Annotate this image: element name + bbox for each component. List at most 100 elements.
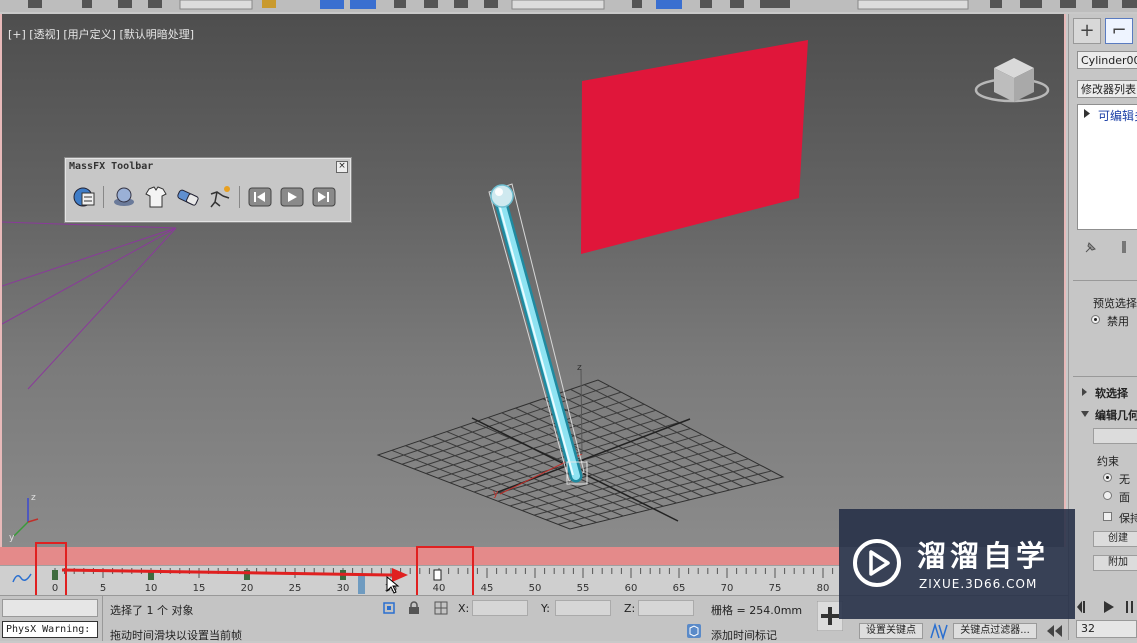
toolbar-view-dropdown (511, 0, 605, 10)
tick-label: 25 (289, 583, 302, 594)
keep-label: 保持 (1119, 512, 1137, 525)
z-label: Z: (624, 602, 636, 615)
step-simulation-icon[interactable] (311, 184, 337, 210)
toolbar-move-icon (394, 0, 406, 8)
tick-label: 30 (337, 583, 350, 594)
rollout-collapsed-icon[interactable] (1081, 388, 1089, 396)
perspective-viewport[interactable]: y z z y [+] [透视] [用户定义] [默认明暗处理] MassFX … (0, 14, 1066, 547)
preview-disabled-label: 禁用 (1107, 315, 1129, 328)
tick-label: 5 (100, 583, 106, 594)
toolbar-window-icon (350, 0, 376, 9)
curve-editor-icon[interactable] (12, 572, 32, 584)
rollout-expanded-icon[interactable] (1081, 410, 1089, 418)
svg-text:z: z (577, 363, 582, 373)
playback-controls[interactable] (1076, 598, 1137, 616)
toolbar-angle-snap-icon (700, 0, 712, 8)
massfx-close-button[interactable]: × (336, 161, 348, 173)
attach-button[interactable]: 附加 (1093, 555, 1137, 571)
constraint-face-label: 面 (1119, 491, 1130, 504)
tab-modify[interactable]: ⌐ (1105, 18, 1133, 44)
edit-geometry-rollout[interactable]: 编辑几何 (1095, 407, 1137, 423)
current-frame-field[interactable]: 32 (1076, 620, 1137, 638)
start-simulation-icon[interactable] (279, 184, 305, 210)
constraint-face-radio[interactable] (1103, 491, 1112, 500)
maxscript-listener[interactable] (2, 599, 98, 617)
tick-label: 80 (817, 583, 830, 594)
key-mode-icon[interactable] (929, 622, 949, 640)
modifier-stack[interactable]: 可编辑多 (1077, 104, 1137, 230)
trajectory-arrow (61, 568, 408, 582)
isolate-selection-icon[interactable] (383, 602, 395, 614)
constraint-label: 约束 (1097, 455, 1119, 468)
go-to-start-icon[interactable] (1044, 624, 1064, 638)
constraint-none-radio[interactable] (1103, 473, 1112, 482)
set-key-button[interactable]: 设置关键点 (859, 623, 923, 639)
viewport-scene: y z z y (2, 40, 1050, 543)
flag-plane (581, 40, 808, 254)
toolbar-filter-dropdown (179, 0, 253, 10)
svg-text:z: z (31, 493, 36, 503)
toolbar-layer-icon (1060, 0, 1076, 8)
preview-selection-label: 预览选择 (1093, 297, 1137, 310)
x-coordinate-field[interactable] (472, 600, 528, 616)
modifier-list-dropdown[interactable]: 修改器列表 (1077, 80, 1137, 98)
next-frame-icon (1126, 601, 1128, 613)
time-slider-handle (358, 574, 365, 594)
y-label: Y: (541, 602, 550, 615)
divider (1073, 376, 1137, 377)
watermark: 溜溜自学 ZIXUE.3D66.COM (839, 509, 1075, 619)
tick-label: 55 (577, 583, 590, 594)
constraint-icon[interactable] (175, 184, 201, 210)
toolbar-named-selection (857, 0, 969, 10)
watermark-title: 溜溜自学 (917, 539, 1050, 573)
toolbar-rotate-icon (424, 0, 438, 8)
keep-checkbox[interactable] (1103, 512, 1112, 521)
add-time-tag[interactable]: 添加时间标记 (711, 627, 777, 643)
pin-stack-icon[interactable] (1083, 240, 1097, 254)
toolbar-select-icon (148, 0, 162, 8)
tick-label: 10 (145, 583, 158, 594)
tick-label: 60 (625, 583, 638, 594)
preview-disabled-radio[interactable] (1091, 315, 1100, 324)
toolbar-separator (239, 186, 240, 208)
toolbar-region-icon (320, 0, 344, 9)
ragdoll-icon[interactable] (207, 184, 233, 210)
divider (1073, 280, 1137, 281)
prompt-line: 拖动时间滑块以设置当前帧 (110, 629, 242, 642)
toolbar-bind-icon (118, 0, 132, 8)
show-end-result-icon[interactable] (1117, 240, 1131, 254)
key-filters-button[interactable]: 关键点过滤器... (953, 623, 1037, 639)
prev-frame-icon (1077, 601, 1082, 613)
absolute-mode-icon[interactable] (434, 601, 448, 615)
soft-selection-rollout[interactable]: 软选择 (1095, 385, 1128, 401)
object-name-field[interactable]: Cylinder001 (1077, 51, 1137, 69)
physx-warning[interactable]: PhysX Warning: (2, 621, 98, 638)
world-parameters-icon[interactable] (71, 184, 97, 210)
toolbar-align-icon (1020, 0, 1042, 8)
grid-line (515, 407, 704, 497)
svg-text:y: y (9, 533, 15, 543)
reset-simulation-icon[interactable] (247, 184, 273, 210)
rigid-body-icon[interactable] (111, 184, 137, 210)
z-coordinate-field[interactable] (638, 600, 694, 616)
mcloth-icon[interactable] (143, 184, 169, 210)
create-button[interactable]: 创建 (1093, 531, 1137, 547)
toolbar-material-icon (1122, 0, 1137, 8)
expand-arrow-icon[interactable] (1083, 109, 1091, 118)
massfx-toolbar-title[interactable]: MassFX Toolbar (69, 161, 153, 172)
tab-create[interactable]: + (1073, 18, 1101, 44)
x-label: X: (458, 602, 470, 615)
grid-line (509, 446, 726, 507)
selection-lock-icon[interactable] (408, 601, 420, 615)
y-coordinate-field[interactable] (555, 600, 611, 616)
massfx-toolbar[interactable]: MassFX Toolbar × (64, 157, 352, 223)
viewcube[interactable] (974, 58, 1050, 103)
cylinder-pole (488, 183, 588, 485)
play-icon (1104, 601, 1114, 613)
time-tag-icon[interactable] (686, 623, 702, 639)
toolbar-cursor-icon (262, 0, 276, 8)
viewport-label[interactable]: [+] [透视] [用户定义] [默认明暗处理] (8, 26, 194, 42)
world-axis-tripod: z y (9, 493, 39, 543)
stack-item-editable-poly[interactable]: 可编辑多 (1098, 107, 1137, 123)
repeat-last-button[interactable] (1093, 428, 1137, 444)
